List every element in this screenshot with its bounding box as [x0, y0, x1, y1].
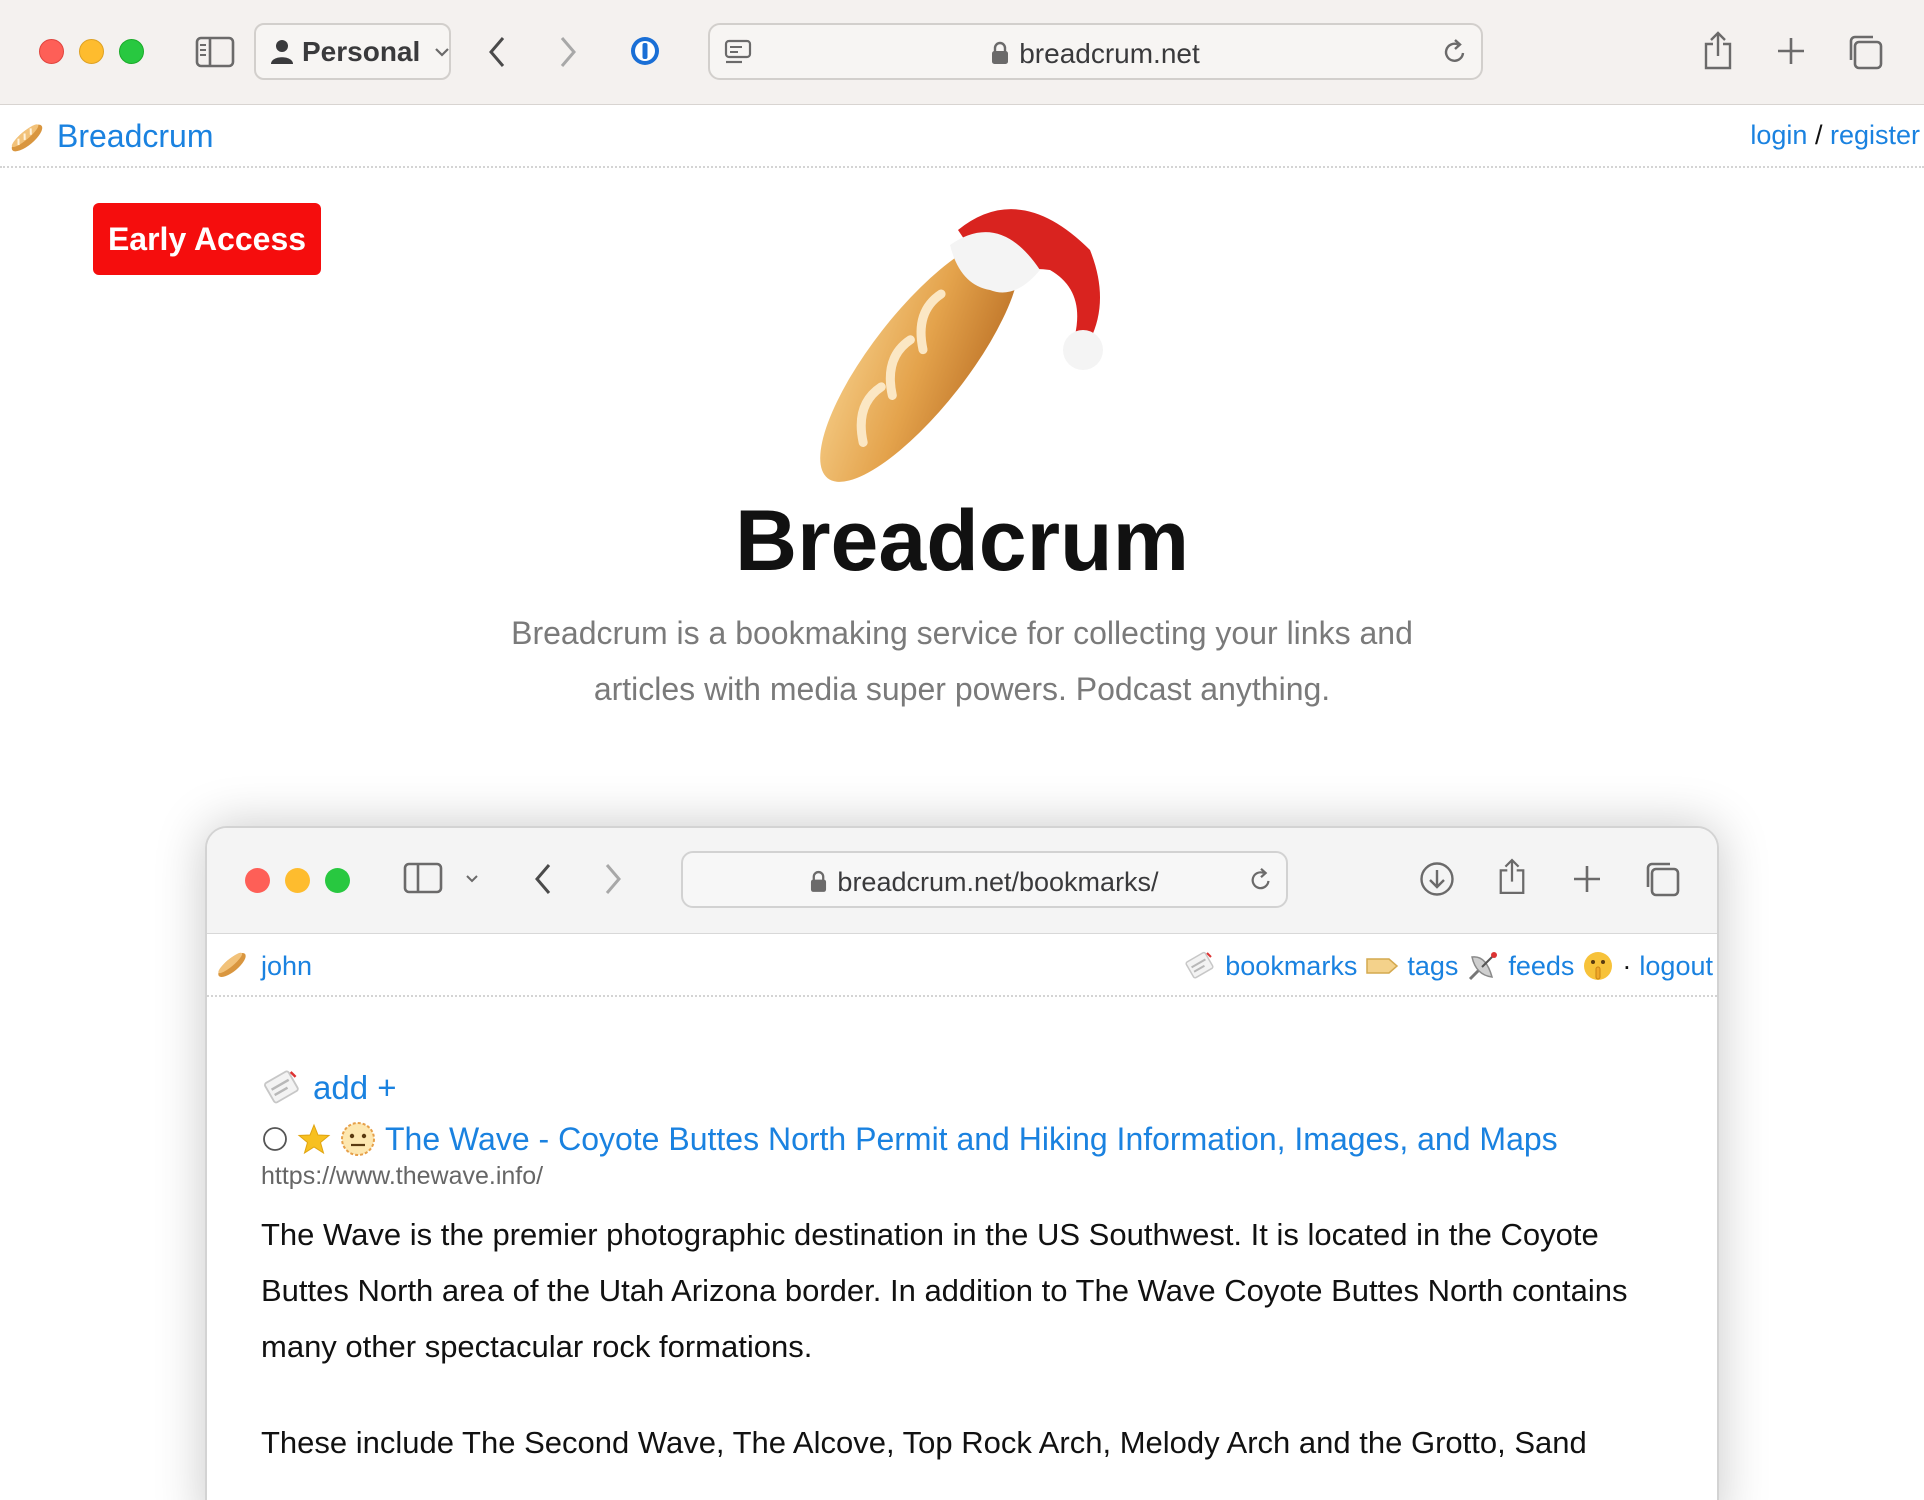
person-icon — [270, 39, 294, 65]
register-link[interactable]: register — [1830, 120, 1920, 150]
hero-title: Breadcrum — [734, 493, 1190, 589]
address-text: breadcrum.net — [1019, 38, 1200, 69]
sidebar-icon[interactable] — [193, 32, 237, 72]
screenshot-app-nav: john bookmarks tags feeds · logout — [207, 935, 1717, 997]
sidebar-icon — [403, 862, 443, 894]
screenshot-close-button — [245, 868, 270, 893]
app-screenshot-window: breadcrum.net/bookmarks/ john bookmarks … — [205, 826, 1719, 1500]
auth-separator: / — [1814, 120, 1823, 150]
bookmarks-link: bookmarks — [1225, 950, 1358, 981]
browser-toolbar: Personal breadcrum.net — [0, 0, 1924, 105]
chevron-down-icon — [465, 874, 479, 884]
close-window-button[interactable] — [39, 39, 64, 64]
add-bookmark-link: add + — [261, 1068, 1667, 1108]
login-link[interactable]: login — [1750, 120, 1807, 150]
baguette-icon — [213, 947, 251, 983]
screenshot-minimize-button — [285, 868, 310, 893]
bookmark-url: https://www.thewave.info/ — [261, 1162, 544, 1190]
tags-link: tags — [1407, 950, 1459, 981]
hero-subtitle: Breadcrum is a bookmaking service for co… — [511, 615, 1413, 707]
screenshot-toolbar: breadcrum.net/bookmarks/ — [207, 828, 1717, 934]
site-brand-link[interactable]: Breadcrum — [57, 118, 214, 155]
satellite-icon — [1466, 949, 1500, 983]
lock-icon — [810, 870, 827, 893]
forward-icon[interactable] — [553, 32, 583, 72]
early-access-badge[interactable]: Early Access — [93, 203, 321, 275]
site-header: Breadcrum login / register — [0, 106, 1924, 168]
address-url: breadcrum.net — [710, 38, 1481, 70]
zoom-window-button[interactable] — [119, 39, 144, 64]
screenshot-address-url: breadcrum.net/bookmarks/ — [683, 867, 1286, 898]
back-icon[interactable] — [482, 32, 512, 72]
password-manager-icon[interactable] — [628, 34, 662, 68]
star-icon — [297, 1123, 331, 1155]
minimize-window-button[interactable] — [79, 39, 104, 64]
screenshot-address-bar: breadcrum.net/bookmarks/ — [681, 851, 1288, 908]
bookmark-tag-icon — [261, 1068, 303, 1108]
feeds-link: feeds — [1508, 950, 1575, 981]
bookmarks-list: add + The Wave - Coyote Buttes North Per… — [261, 1068, 1667, 1471]
share-icon[interactable] — [1700, 28, 1736, 72]
bookmark-item: The Wave - Coyote Buttes North Permit an… — [261, 1120, 1667, 1158]
address-bar[interactable]: breadcrum.net — [708, 23, 1483, 80]
profile-label: Personal — [302, 35, 421, 67]
profile-switcher[interactable]: Personal — [254, 23, 451, 80]
neutral-face-icon — [339, 1120, 377, 1158]
screenshot-address-text: breadcrum.net/bookmarks/ — [837, 867, 1159, 897]
hero-baguette-image — [790, 190, 1130, 490]
tabs-overview-icon — [1643, 860, 1681, 898]
logout-link: logout — [1639, 950, 1713, 981]
label-icon — [1365, 955, 1399, 977]
new-tab-icon[interactable] — [1773, 33, 1809, 69]
user-link: john — [261, 951, 313, 981]
shush-face-icon — [1582, 950, 1614, 982]
chevron-down-icon — [434, 47, 450, 57]
bookmark-description: The Wave is the premier photographic des… — [261, 1217, 1628, 1364]
lock-icon — [991, 41, 1009, 65]
auth-links: login / register — [1750, 120, 1920, 151]
forward-icon — [603, 862, 623, 896]
download-icon — [1419, 861, 1455, 897]
add-bookmark-label: add + — [313, 1069, 397, 1106]
bookmark-description-continued: These include The Second Wave, The Alcov… — [261, 1425, 1587, 1460]
bookmark-title-link: The Wave - Coyote Buttes North Permit an… — [385, 1120, 1558, 1157]
bookmark-tag-icon — [1183, 950, 1217, 982]
toread-checkbox — [261, 1125, 289, 1153]
reload-icon[interactable] — [1441, 38, 1469, 66]
tabs-overview-icon[interactable] — [1845, 32, 1885, 72]
reload-icon — [1248, 867, 1274, 893]
new-tab-icon — [1571, 863, 1603, 895]
screenshot-nav-links: bookmarks tags feeds · logout — [1183, 949, 1713, 983]
baguette-icon — [6, 118, 48, 158]
back-icon — [533, 862, 553, 896]
share-icon — [1497, 856, 1527, 896]
nav-dot: · — [1622, 950, 1632, 981]
screenshot-zoom-button — [325, 868, 350, 893]
